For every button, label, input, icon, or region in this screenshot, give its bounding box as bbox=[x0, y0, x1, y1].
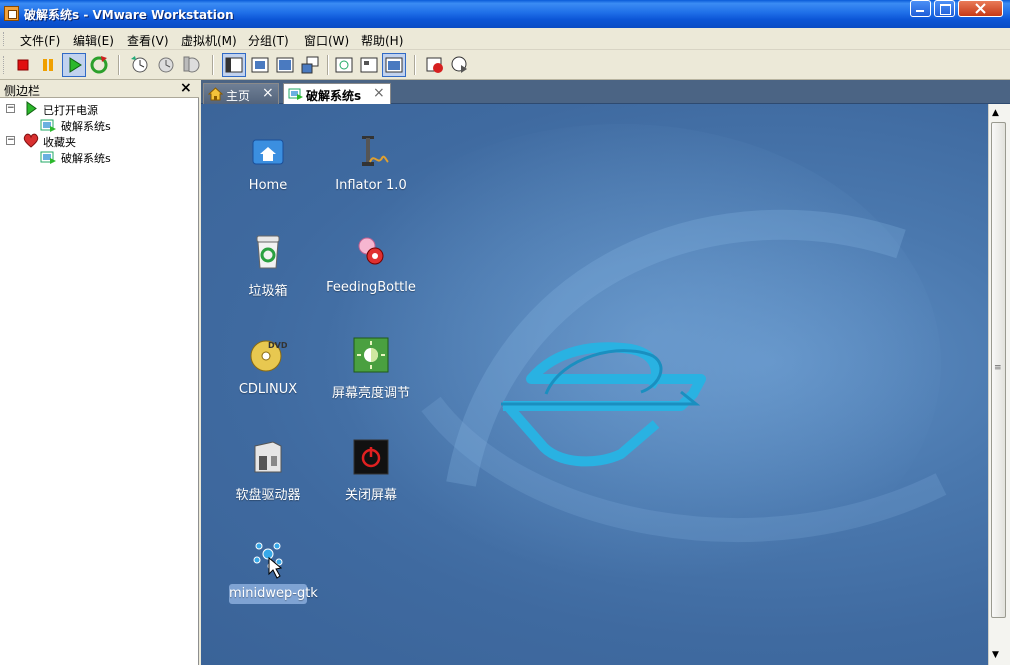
tree-group-label: 已打开电源 bbox=[43, 104, 98, 117]
trash-icon bbox=[249, 234, 287, 274]
close-icon bbox=[975, 3, 986, 14]
scroll-thumb[interactable] bbox=[991, 122, 1006, 618]
menu-window[interactable]: 窗口(W) bbox=[304, 32, 349, 49]
tree-item-label: 破解系统s bbox=[61, 152, 111, 165]
revert-snapshot-icon[interactable] bbox=[154, 53, 178, 77]
sidebar: 侧边栏 × − 已打开电源 破解系统s − 收藏夹 破解系统s bbox=[0, 80, 199, 665]
tab-label: 破解系统s bbox=[306, 89, 362, 103]
desktop-icon-home[interactable]: Home bbox=[213, 132, 323, 222]
replay-icon[interactable] bbox=[448, 53, 472, 77]
vmware-app-icon bbox=[4, 6, 19, 21]
desktop-icon-label: FeedingBottle bbox=[326, 280, 416, 295]
reset-icon[interactable] bbox=[87, 53, 111, 77]
snapshot-manager-icon[interactable] bbox=[180, 53, 204, 77]
tab-close-icon[interactable]: × bbox=[262, 85, 274, 101]
collapse-icon[interactable]: − bbox=[6, 104, 15, 113]
sidebar-title: 侧边栏 bbox=[4, 84, 41, 98]
vmware-window: 破解系统s - VMware Workstation 文件(F) 编辑(E) 查… bbox=[0, 0, 1010, 665]
menu-view[interactable]: 查看(V) bbox=[127, 32, 169, 49]
tab-label: 主页 bbox=[226, 89, 251, 103]
toolbar-separator bbox=[118, 55, 120, 75]
vm-icon bbox=[40, 150, 57, 168]
minimize-button[interactable] bbox=[910, 0, 931, 17]
brightness-icon bbox=[352, 336, 390, 376]
collapse-icon[interactable]: − bbox=[6, 136, 15, 145]
desktop-icon-cdlinux[interactable]: DVD CDLINUX bbox=[213, 336, 323, 426]
tree-item-label: 破解系统s bbox=[61, 120, 111, 133]
desktop-icon-trash[interactable]: 垃圾箱 bbox=[213, 234, 323, 324]
menu-vm[interactable]: 虚拟机(M) bbox=[181, 32, 237, 49]
console-icon[interactable] bbox=[357, 53, 381, 77]
home-folder-icon bbox=[249, 132, 287, 172]
toolbar-separator bbox=[212, 55, 214, 75]
toolbar-grip[interactable] bbox=[3, 56, 6, 74]
record-icon[interactable] bbox=[423, 53, 447, 77]
tab-vm[interactable]: 破解系统s × bbox=[283, 83, 391, 104]
inflator-pump-icon bbox=[352, 132, 390, 172]
sidebar-toggle-icon[interactable] bbox=[222, 53, 246, 77]
desktop-icon-label: minidwep-gtk bbox=[229, 584, 318, 604]
menu-team[interactable]: 分组(T) bbox=[248, 32, 289, 49]
feeding-bottle-icon bbox=[352, 234, 390, 274]
desktop-icon-label: CDLINUX bbox=[238, 382, 298, 397]
desktop-icon-label: 垃圾箱 bbox=[248, 284, 288, 299]
pause-icon[interactable] bbox=[36, 53, 60, 77]
title-bar[interactable]: 破解系统s - VMware Workstation bbox=[0, 0, 1010, 28]
toolbar-separator bbox=[414, 55, 416, 75]
scroll-down-icon[interactable]: ▼ bbox=[992, 650, 999, 660]
menu-edit[interactable]: 编辑(E) bbox=[73, 32, 114, 49]
menu-file[interactable]: 文件(F) bbox=[20, 32, 60, 49]
desktop-icon-label: 关闭屏幕 bbox=[344, 488, 397, 503]
home-icon bbox=[207, 87, 224, 104]
desktop-icon-floppy[interactable]: 软盘驱动器 bbox=[213, 438, 323, 528]
desktop-icon-minidwep[interactable]: minidwep-gtk bbox=[213, 540, 323, 630]
desktop-icon-feedingbottle[interactable]: FeedingBottle bbox=[316, 234, 426, 324]
tree-item-vm[interactable]: 破解系统s bbox=[40, 149, 190, 165]
power-on-icon bbox=[24, 101, 38, 119]
maximize-button[interactable] bbox=[934, 0, 955, 17]
menubar-grip[interactable] bbox=[3, 32, 6, 46]
summary-icon[interactable] bbox=[332, 53, 356, 77]
tree-group-label: 收藏夹 bbox=[43, 136, 76, 149]
desktop-icon-inflator[interactable]: Inflator 1.0 bbox=[316, 132, 426, 222]
sidebar-close-icon[interactable]: × bbox=[180, 80, 192, 96]
desktop-icon-screen-off[interactable]: 关闭屏幕 bbox=[316, 438, 426, 528]
floppy-drive-icon bbox=[249, 438, 287, 478]
play-icon[interactable] bbox=[62, 53, 86, 77]
toolbar-separator bbox=[327, 55, 329, 75]
menu-bar: 文件(F) 编辑(E) 查看(V) 虚拟机(M) 分组(T) 窗口(W) 帮助(… bbox=[0, 28, 1010, 50]
unity-icon[interactable] bbox=[298, 53, 322, 77]
svg-text:DVD: DVD bbox=[268, 341, 287, 350]
vm-desktop[interactable]: Home Inflator 1.0 垃圾箱 FeedingBottle DVD … bbox=[201, 104, 988, 665]
desktop-icon-brightness[interactable]: 屏幕亮度调节 bbox=[316, 336, 426, 426]
window-title: 破解系统s - VMware Workstation bbox=[24, 8, 234, 22]
favorites-heart-icon bbox=[23, 133, 39, 151]
quick-switch-icon[interactable] bbox=[248, 53, 272, 77]
screen-off-icon bbox=[352, 438, 390, 478]
sidebar-header: 侧边栏 × bbox=[0, 80, 199, 98]
desktop-icon-label: 软盘驱动器 bbox=[235, 488, 301, 503]
dvd-icon: DVD bbox=[249, 336, 288, 376]
vertical-scrollbar[interactable]: ▲ ▼ bbox=[988, 104, 1010, 665]
full-screen-icon[interactable] bbox=[273, 53, 297, 77]
desktop-icon-label: Home bbox=[248, 178, 288, 193]
tab-bar: 主页 × 破解系统s × bbox=[201, 80, 1010, 104]
appliance-view-icon[interactable] bbox=[382, 53, 406, 77]
minidwep-icon bbox=[249, 540, 287, 580]
close-button[interactable] bbox=[958, 0, 1003, 17]
desktop-icon-label: Inflator 1.0 bbox=[335, 178, 407, 193]
toolbar bbox=[0, 50, 1010, 80]
scroll-up-icon[interactable]: ▲ bbox=[992, 108, 999, 118]
snapshot-icon[interactable] bbox=[128, 53, 152, 77]
menu-help[interactable]: 帮助(H) bbox=[361, 32, 403, 49]
stop-icon[interactable] bbox=[11, 53, 35, 77]
tab-home[interactable]: 主页 × bbox=[203, 83, 279, 104]
vm-icon bbox=[288, 87, 304, 104]
tree-group-powered-on[interactable]: − 已打开电源 bbox=[6, 101, 196, 117]
desktop-icon-label: 屏幕亮度调节 bbox=[331, 386, 410, 401]
tab-close-icon[interactable]: × bbox=[373, 85, 385, 101]
tree-item-vm[interactable]: 破解系统s bbox=[40, 117, 190, 133]
tree-group-favorites[interactable]: − 收藏夹 bbox=[6, 133, 196, 149]
